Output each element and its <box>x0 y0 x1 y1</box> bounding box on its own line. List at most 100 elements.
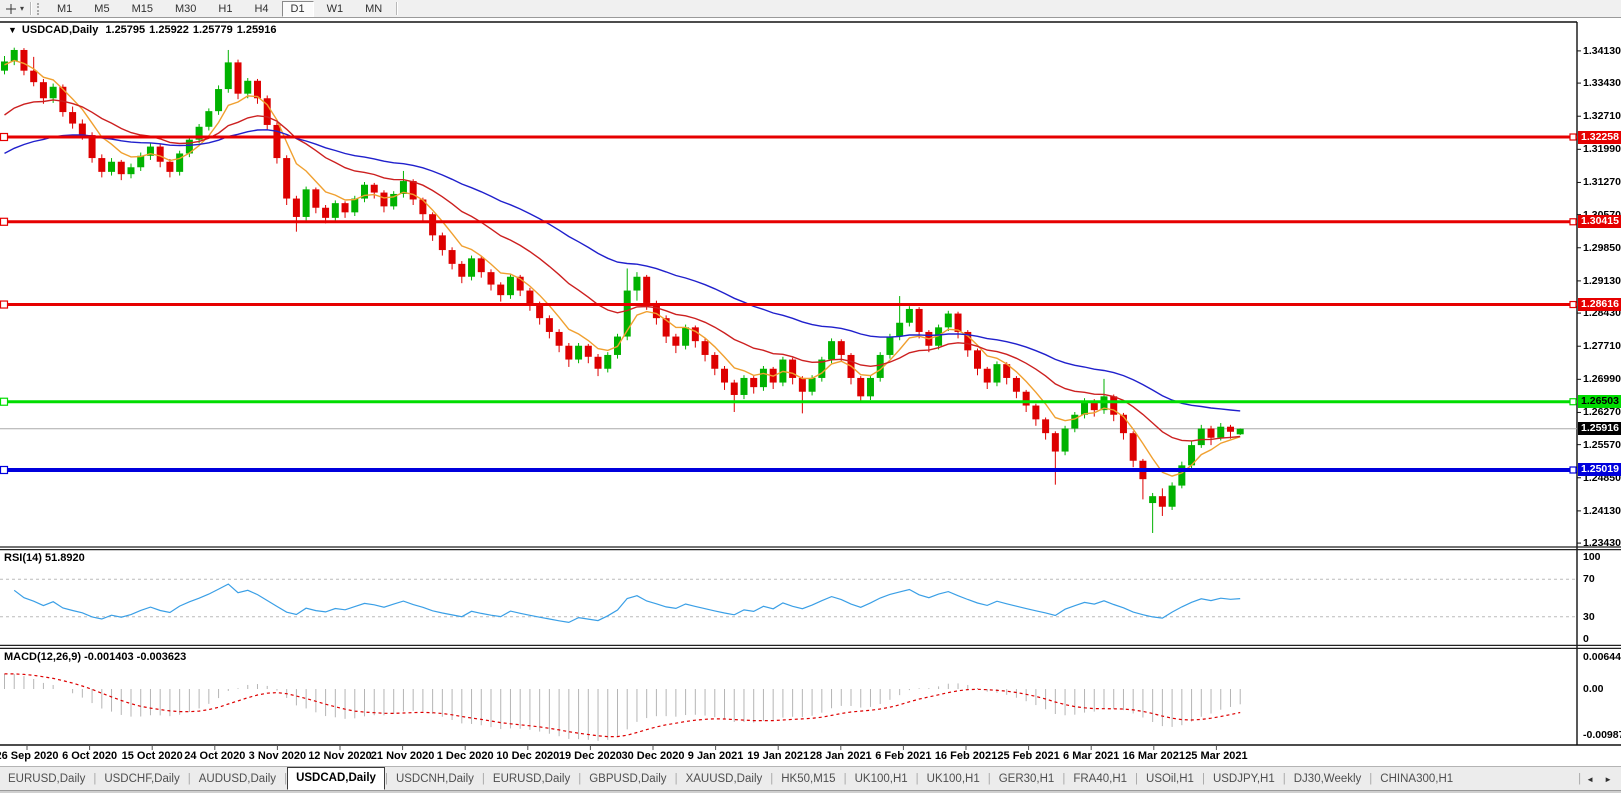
macd-axis-label: -0.009871 <box>1583 729 1621 741</box>
symbol-tab-gbpusd[interactable]: GBPUSD,Daily <box>581 768 674 790</box>
candle <box>915 307 923 339</box>
symbol-tab-ger30[interactable]: GER30,H1 <box>991 768 1063 790</box>
candle <box>302 186 310 221</box>
candle <box>711 352 719 376</box>
candle <box>837 339 845 362</box>
candle <box>740 375 748 400</box>
price-level-badge: 1.30415 <box>1578 215 1621 229</box>
price-level-badge: 1.32258 <box>1578 130 1621 144</box>
tab-scroll-left-icon[interactable]: ◄ <box>1581 773 1599 786</box>
candle <box>39 78 47 104</box>
candle <box>477 256 485 278</box>
candle <box>721 365 729 390</box>
chart-tab-bar: EURUSD,Daily | USDCHF,Daily | AUDUSD,Daily | U… <box>0 766 1621 791</box>
time-axis-label: 25 Mar 2021 <box>1185 750 1248 762</box>
candle <box>215 85 223 115</box>
candle <box>117 159 125 181</box>
symbol-tab-eurusd[interactable]: EURUSD,Daily <box>485 768 578 790</box>
candle <box>1 55 8 75</box>
candle <box>944 310 952 332</box>
price-axis-label: 1.29850 <box>1583 241 1621 254</box>
tab-scroll-right-icon[interactable]: ► <box>1599 773 1617 786</box>
candle <box>283 155 291 205</box>
level-line-handle[interactable] <box>0 132 9 142</box>
candle <box>506 273 514 299</box>
price-axis-label: 1.29130 <box>1583 274 1621 287</box>
candle <box>866 375 874 401</box>
price-axis-label: 1.26990 <box>1583 373 1621 386</box>
symbol-tab-usdjpy[interactable]: USDJPY,H1 <box>1205 768 1283 790</box>
chart-title: ▼ USDCAD,Daily 1.25795 1.25922 1.25779 1.259… <box>8 24 280 36</box>
candle <box>1188 441 1196 469</box>
level-line-anchor <box>1569 466 1577 474</box>
candle <box>292 195 300 232</box>
symbol-tab-xauusd[interactable]: XAUUSD,Daily <box>678 768 771 790</box>
candle <box>905 306 913 327</box>
rsi-layer <box>0 578 1577 624</box>
collapse-icon[interactable]: ▼ <box>8 25 17 35</box>
price-level-badge: 1.26503 <box>1578 395 1621 409</box>
symbol-tab-fra40[interactable]: FRA40,H1 <box>1065 768 1135 790</box>
symbol-tab-eurusd[interactable]: EURUSD,Daily <box>0 768 93 790</box>
symbol-tab-uk100[interactable]: UK100,H1 <box>847 768 916 790</box>
symbol-tab-china300[interactable]: CHINA300,H1 <box>1372 768 1461 790</box>
level-line-anchor <box>1569 300 1577 309</box>
open-value: 1.25795 <box>105 24 146 36</box>
candle <box>798 376 806 414</box>
candle <box>555 329 563 353</box>
price-level-badge: 1.25019 <box>1578 463 1621 477</box>
symbol-tab-dj30[interactable]: DJ30,Weekly <box>1286 768 1370 790</box>
candle <box>438 232 446 256</box>
candle <box>857 376 865 403</box>
level-line-handle[interactable] <box>0 217 9 226</box>
symbol-tab-uk100[interactable]: UK100,H1 <box>919 768 988 790</box>
price-axis-label: 1.26270 <box>1583 406 1621 419</box>
symbol-tab-usdchf[interactable]: USDCHF,Daily <box>96 768 187 790</box>
price-axis-label: 1.27710 <box>1583 340 1621 353</box>
candle <box>1042 417 1050 440</box>
candle <box>312 187 320 214</box>
candle <box>769 366 777 389</box>
level-line-handle[interactable] <box>0 465 9 475</box>
symbol-tab-usdcad-active[interactable]: USDCAD,Daily <box>287 767 385 790</box>
candle <box>1110 394 1118 422</box>
rsi-axis-label: 30 <box>1583 610 1595 623</box>
symbol-tab-audusd[interactable]: AUDUSD,Daily <box>191 768 284 790</box>
price-axis-label: 1.31270 <box>1583 176 1621 189</box>
candle <box>1051 431 1059 485</box>
candle <box>127 163 135 179</box>
price-axis-label: 1.31990 <box>1583 143 1621 156</box>
level-line-anchor <box>1569 398 1577 406</box>
ma-fast-line <box>4 59 1241 477</box>
candle <box>205 108 213 131</box>
candle <box>341 201 349 218</box>
level-line-handle[interactable] <box>0 300 9 309</box>
candle <box>993 361 1001 387</box>
candle <box>166 158 174 178</box>
candle <box>146 143 154 160</box>
level-line-handle[interactable] <box>0 397 9 406</box>
tab-scroll-arrows: | ◄ ► <box>1572 767 1617 791</box>
candle <box>896 296 904 341</box>
candle <box>487 269 495 291</box>
candle <box>983 366 991 389</box>
candle <box>575 342 583 364</box>
candle <box>545 315 553 339</box>
chart-canvas[interactable] <box>0 0 1621 766</box>
mt4-window: ▾ M1 M5 M15 M30 H1 H4 D1 W1 MN ▼ USDCAD,Daily 1.2… <box>0 0 1621 793</box>
symbol-tab-usdcnh[interactable]: USDCNH,Daily <box>388 768 482 790</box>
symbol-tab-hk50[interactable]: HK50,M15 <box>773 768 843 790</box>
price-axis-label: 1.32710 <box>1583 110 1621 123</box>
low-value: 1.25779 <box>192 24 233 36</box>
symbol-tab-usoil[interactable]: USOil,H1 <box>1138 768 1202 790</box>
candle <box>1061 425 1069 456</box>
candle <box>584 343 592 364</box>
candle <box>176 150 184 176</box>
rsi-axis-label: 70 <box>1583 573 1595 586</box>
candle <box>10 47 18 66</box>
price-axis-label: 1.23430 <box>1583 537 1621 550</box>
candle <box>604 352 612 373</box>
candle <box>234 59 242 100</box>
candle <box>1236 428 1244 436</box>
candle <box>526 287 534 311</box>
